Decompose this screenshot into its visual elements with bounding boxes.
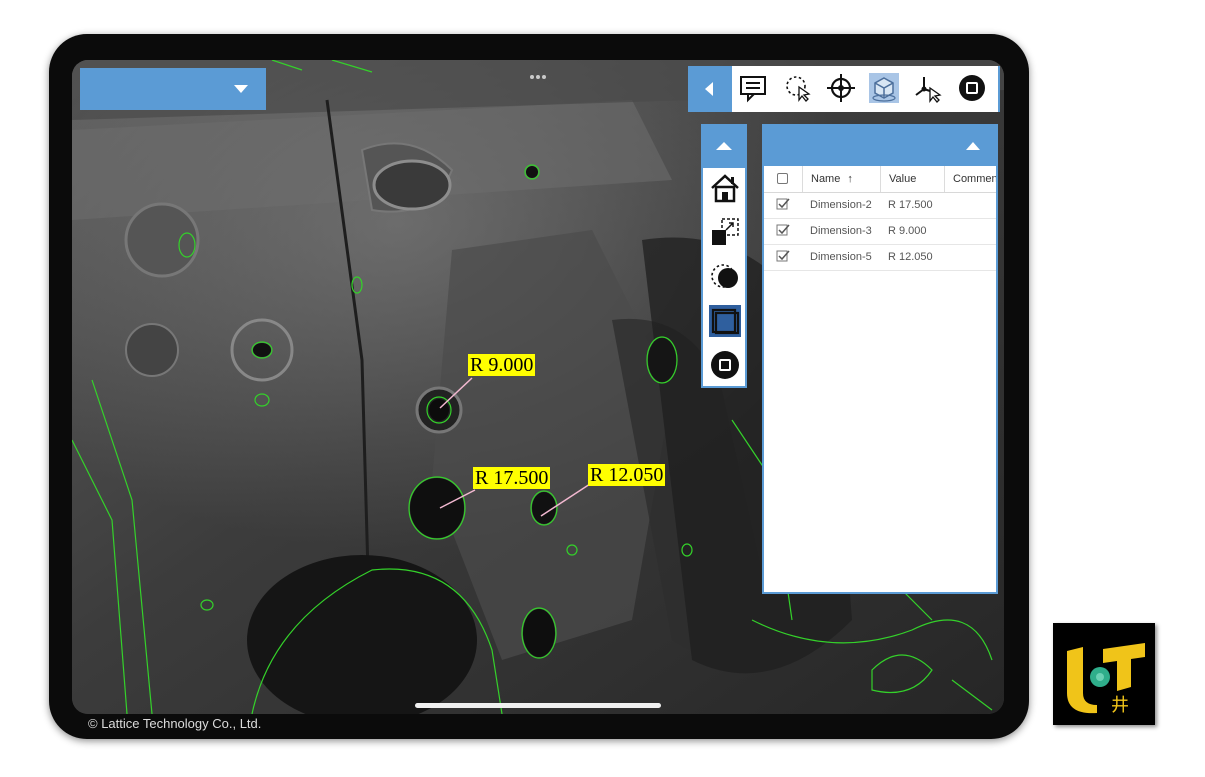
row-comment (944, 218, 996, 244)
chevron-left-icon (705, 82, 713, 96)
table-header: Name ↑ Value Comment (764, 166, 996, 193)
home-indicator[interactable] (415, 703, 661, 708)
copyright-text: © Lattice Technology Co., Ltd. (88, 716, 262, 731)
home-icon (711, 174, 739, 203)
checkbox-checked-icon[interactable] (776, 249, 790, 263)
row-name: Dimension-5 (810, 251, 872, 263)
row-name: Dimension-2 (810, 199, 872, 211)
logo-glyph: 井 (1111, 695, 1129, 716)
row-name: Dimension-3 (810, 225, 872, 237)
stop-icon (711, 351, 739, 379)
crosshair-icon (827, 74, 855, 102)
stop-button[interactable] (957, 73, 987, 103)
view-dropdown[interactable] (80, 68, 266, 110)
side-toolbar-buttons (703, 168, 745, 386)
lasso-select-button[interactable] (783, 73, 813, 103)
fit-view-icon (712, 218, 739, 245)
row-value: R 17.500 (888, 199, 933, 211)
chevron-down-icon (234, 85, 248, 93)
table-row[interactable]: Dimension-2 R 17.500 (764, 192, 996, 219)
row-comment (944, 244, 996, 270)
window-icon (711, 308, 740, 335)
checkbox-checked-icon[interactable] (776, 197, 790, 211)
dimension-table: Name ↑ Value Comment Dimension-2 R 17.50… (764, 166, 996, 592)
dimension-label-r9[interactable]: R 9.000 (468, 354, 536, 376)
select-all-cell (764, 166, 802, 192)
side-toolbar (701, 124, 747, 388)
lasso-select-icon (786, 76, 811, 102)
column-name-label: Name (811, 173, 841, 185)
column-header-value[interactable]: Value (880, 166, 944, 192)
row-value: R 9.000 (888, 225, 927, 237)
window-grabber[interactable] (530, 66, 550, 79)
column-header-comment[interactable]: Comment (944, 166, 996, 192)
logo-mark-icon: 井 (1067, 643, 1145, 716)
axis-select-button[interactable] (913, 73, 943, 103)
dimension-list-panel: Name ↑ Value Comment Dimension-2 R 17.50… (762, 124, 998, 594)
ar-viewport[interactable]: R 9.000 R 17.500 R 12.050 Name ↑ Value C… (72, 60, 1004, 714)
3d-box-icon (872, 77, 896, 102)
chevron-up-icon (716, 142, 732, 150)
checkbox-checked-icon[interactable] (776, 223, 790, 237)
toolbar-buttons (732, 66, 998, 112)
select-all-checkbox[interactable] (777, 173, 788, 184)
fit-view-button[interactable] (709, 216, 741, 248)
row-value: R 12.050 (888, 251, 933, 263)
hide-toggle-button[interactable] (709, 260, 741, 292)
chevron-up-icon (966, 142, 980, 150)
sidebar-collapse-button[interactable] (701, 124, 747, 168)
comment-icon (740, 76, 766, 103)
target-button[interactable] (826, 73, 856, 103)
lattice-logo: 井 (1053, 623, 1155, 725)
panel-header[interactable] (762, 124, 998, 166)
row-comment (944, 192, 996, 218)
main-toolbar (688, 66, 1000, 112)
window-button[interactable] (709, 305, 741, 337)
row-checkbox-cell (764, 192, 802, 218)
dimension-label-r12[interactable]: R 12.050 (588, 464, 666, 486)
comment-button[interactable] (738, 73, 768, 103)
stop-icon (959, 75, 985, 101)
column-header-name[interactable]: Name ↑ (802, 166, 880, 192)
table-row[interactable]: Dimension-3 R 9.000 (764, 218, 996, 245)
row-checkbox-cell (764, 218, 802, 244)
hide-toggle-icon (711, 264, 738, 288)
home-button[interactable] (709, 172, 741, 204)
row-checkbox-cell (764, 244, 802, 270)
toolbar-collapse-button[interactable] (688, 66, 732, 112)
table-row[interactable]: Dimension-5 R 12.050 (764, 244, 996, 271)
sort-arrow-icon: ↑ (847, 173, 853, 185)
sidebar-stop-button[interactable] (709, 349, 741, 381)
axis-select-icon (915, 77, 942, 103)
dimension-label-r17[interactable]: R 17.500 (473, 467, 551, 489)
3d-model-button[interactable] (869, 73, 899, 103)
